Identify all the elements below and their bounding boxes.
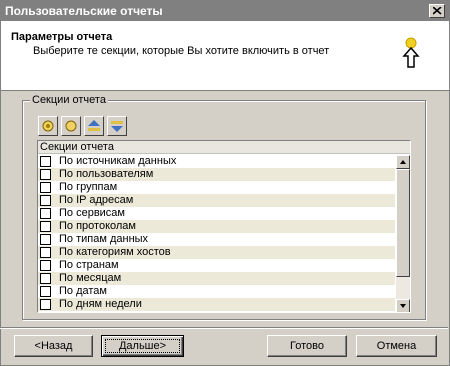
list-item[interactable]: По пользователям xyxy=(38,168,395,181)
vertical-scrollbar[interactable] xyxy=(396,155,410,312)
list-item[interactable]: По группам xyxy=(38,181,395,194)
list-item-label: По странам xyxy=(59,259,119,271)
cancel-button[interactable]: Отмена xyxy=(356,335,437,357)
list-item[interactable]: По типам данных xyxy=(38,233,395,246)
window-title: Пользовательские отчеты xyxy=(5,4,163,18)
list-item-label: По датам xyxy=(59,285,107,297)
checkbox[interactable] xyxy=(40,247,51,258)
list-item-label: По пользователям xyxy=(59,168,154,180)
checkbox[interactable] xyxy=(40,286,51,297)
column-header-label: Секции отчета xyxy=(40,141,114,153)
checkbox[interactable] xyxy=(40,195,51,206)
close-icon xyxy=(433,7,442,15)
finish-button[interactable]: Готово xyxy=(267,335,347,357)
page-title: Параметры отчета xyxy=(11,31,113,43)
checkbox[interactable] xyxy=(40,208,51,219)
list-item-label: По типам данных xyxy=(59,233,149,245)
list-item[interactable]: По IP адресам xyxy=(38,194,395,207)
sections-group-legend: Секции отчета xyxy=(30,94,108,106)
wizard-arrow-icon xyxy=(402,37,420,68)
move-down-icon xyxy=(111,121,123,132)
scroll-down-button[interactable] xyxy=(396,299,410,312)
checkbox[interactable] xyxy=(40,156,51,167)
checkbox[interactable] xyxy=(40,299,51,310)
checkbox[interactable] xyxy=(40,182,51,193)
select-all-icon xyxy=(42,120,54,132)
list-item[interactable]: По протоколам xyxy=(38,220,395,233)
checkbox[interactable] xyxy=(40,312,51,313)
checkbox[interactable] xyxy=(40,273,51,284)
select-all-button[interactable] xyxy=(38,116,58,136)
deselect-all-button[interactable] xyxy=(61,116,81,136)
checkbox[interactable] xyxy=(40,260,51,271)
list-item-label: По сервисам xyxy=(59,207,125,219)
deselect-all-icon xyxy=(65,120,77,132)
list-item[interactable]: По месяцам xyxy=(38,272,395,285)
list-item-label: По категориям хостов xyxy=(59,246,171,258)
list-item-label: По протоколам xyxy=(59,220,136,232)
back-button-label: <Назад xyxy=(34,340,73,352)
list-item[interactable] xyxy=(38,311,395,313)
list-item-label: По дням недели xyxy=(59,298,142,310)
finish-button-label: Готово xyxy=(290,340,324,352)
list-item[interactable]: По сервисам xyxy=(38,207,395,220)
list-item-label: По IP адресам xyxy=(59,194,134,206)
next-button[interactable]: Дальше> xyxy=(101,335,184,357)
page-subtitle: Выберите те секции, которые Вы хотите вк… xyxy=(33,45,330,57)
close-button[interactable] xyxy=(429,4,445,18)
scroll-up-button[interactable] xyxy=(396,155,410,169)
back-button[interactable]: <Назад xyxy=(14,335,93,357)
arrow-up-icon xyxy=(400,160,406,164)
list-item[interactable]: По категориям хостов xyxy=(38,246,395,259)
list-item[interactable]: По дням недели xyxy=(38,298,395,311)
wizard-header: Параметры отчета Выберите те секции, кот… xyxy=(1,21,449,91)
move-down-button[interactable] xyxy=(107,116,127,136)
title-bar[interactable]: Пользовательские отчеты xyxy=(1,1,449,21)
checkbox[interactable] xyxy=(40,221,51,232)
list-item-label: По месяцам xyxy=(59,272,122,284)
scrollbar-thumb[interactable] xyxy=(396,169,410,277)
arrow-down-icon xyxy=(400,304,406,308)
list-item[interactable]: По источникам данных xyxy=(38,155,395,168)
sections-list[interactable]: Секции отчета По источникам данных По по… xyxy=(37,140,411,313)
move-up-button[interactable] xyxy=(84,116,104,136)
focus-rectangle xyxy=(105,339,180,353)
checkbox[interactable] xyxy=(40,234,51,245)
list-item[interactable]: По датам xyxy=(38,285,395,298)
checkbox[interactable] xyxy=(40,169,51,180)
move-up-icon xyxy=(88,120,100,131)
list-item[interactable]: По странам xyxy=(38,259,395,272)
footer-divider-highlight xyxy=(0,328,448,329)
list-item-label: По источникам данных xyxy=(59,155,177,167)
list-item-label: По группам xyxy=(59,181,118,193)
cancel-button-label: Отмена xyxy=(376,340,417,352)
list-column-header: Секции отчета xyxy=(38,141,410,154)
